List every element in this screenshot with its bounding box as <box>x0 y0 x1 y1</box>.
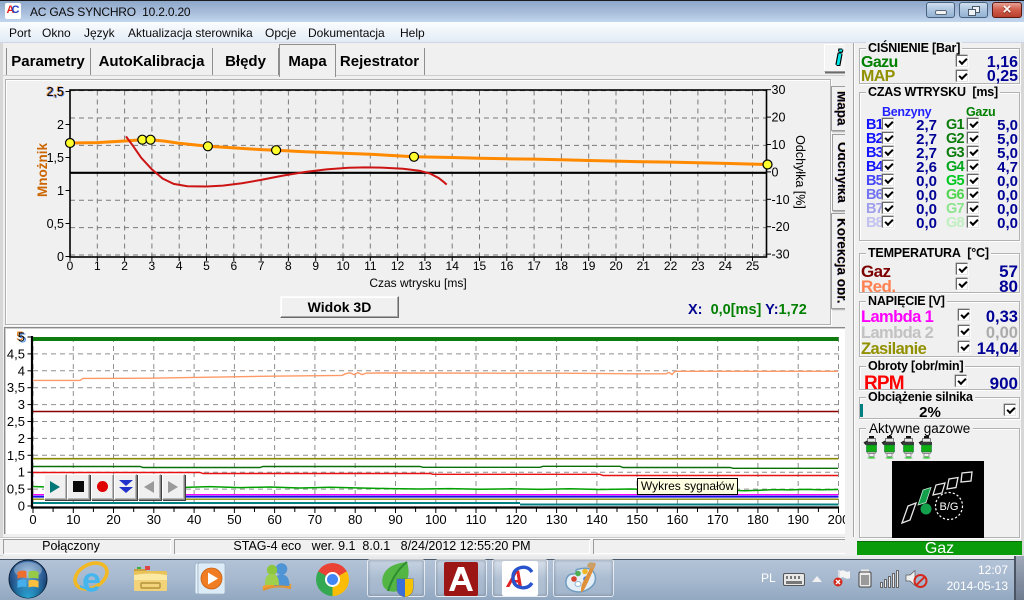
svg-text:170: 170 <box>707 512 729 527</box>
svg-text:10: 10 <box>66 512 80 527</box>
svg-text:-30: -30 <box>772 248 790 262</box>
svg-text:70: 70 <box>308 512 322 527</box>
svg-text:80: 80 <box>348 512 362 527</box>
svg-text:150: 150 <box>626 512 648 527</box>
svg-text:2,5: 2,5 <box>7 414 25 429</box>
svg-text:140: 140 <box>586 512 608 527</box>
svg-text:30: 30 <box>147 512 161 527</box>
svg-text:0: 0 <box>18 499 25 514</box>
svg-text:110: 110 <box>466 512 487 527</box>
svg-text:20: 20 <box>106 512 120 527</box>
svg-text:100: 100 <box>425 512 447 527</box>
svg-text:0: 0 <box>29 512 36 527</box>
svg-text:2,5: 2,5 <box>47 85 64 99</box>
svg-text:2: 2 <box>18 431 25 446</box>
svg-text:1: 1 <box>18 465 25 480</box>
svg-text:e: e <box>82 562 101 598</box>
svg-text:160: 160 <box>667 512 689 527</box>
svg-text:0,5: 0,5 <box>7 482 25 497</box>
svg-text:1,5: 1,5 <box>7 448 25 463</box>
svg-text:40: 40 <box>187 512 201 527</box>
svg-text:190: 190 <box>787 512 809 527</box>
svg-text:B/G: B/G <box>940 501 959 513</box>
svg-text:3: 3 <box>18 397 25 412</box>
svg-text:50: 50 <box>227 512 241 527</box>
svg-text:30: 30 <box>772 83 786 97</box>
svg-text:90: 90 <box>388 512 402 527</box>
svg-text:130: 130 <box>546 512 568 527</box>
svg-text:180: 180 <box>747 512 769 527</box>
svg-text:120: 120 <box>505 512 527 527</box>
svg-text:200: 200 <box>828 512 845 527</box>
svg-text:60: 60 <box>267 512 281 527</box>
